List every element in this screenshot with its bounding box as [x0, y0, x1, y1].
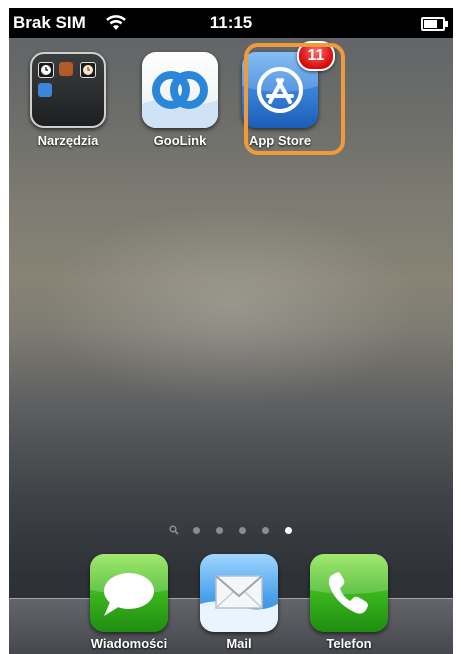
highlight-ring: [244, 43, 345, 155]
mail-icon: [200, 554, 278, 632]
status-bar: Brak SIM 11:15: [9, 8, 453, 38]
messages-app[interactable]: Wiadomości: [79, 554, 179, 651]
page-dot: [238, 526, 246, 534]
messages-icon: [90, 554, 168, 632]
mail-app[interactable]: Mail: [189, 554, 289, 651]
goolink-icon: [142, 52, 218, 128]
page-dot: [261, 526, 269, 534]
battery-icon: [421, 17, 448, 31]
page-dot: [215, 526, 223, 534]
search-icon: [168, 525, 179, 535]
goolink-app[interactable]: GooLink: [135, 52, 225, 148]
home-screen: Brak SIM 11:15 Narzędzia GooLink 11 App …: [9, 8, 453, 654]
folder-icon: [30, 52, 106, 128]
phone-label: Telefon: [326, 636, 372, 651]
narzedzia-folder[interactable]: Narzędzia: [23, 52, 113, 148]
goolink-label: GooLink: [153, 133, 207, 148]
page-indicator[interactable]: [9, 525, 453, 535]
messages-label: Wiadomości: [90, 636, 168, 651]
page-dot-active: [284, 526, 292, 534]
clock: 11:15: [209, 13, 253, 32]
phone-icon: [310, 554, 388, 632]
narzedzia-label: Narzędzia: [37, 133, 99, 148]
phone-app[interactable]: Telefon: [299, 554, 399, 651]
mail-label: Mail: [226, 636, 252, 651]
page-dot: [192, 526, 200, 534]
